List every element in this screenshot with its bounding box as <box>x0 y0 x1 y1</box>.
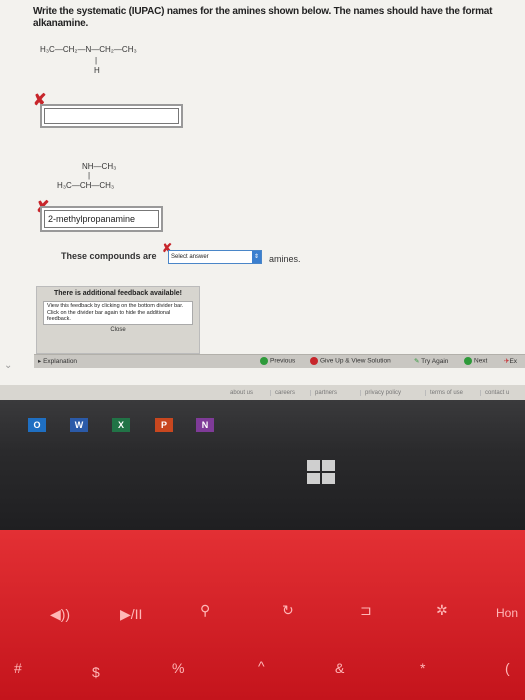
feedback-panel: There is additional feedback available! … <box>36 286 200 354</box>
devices-icon[interactable]: ⊐ <box>360 602 372 619</box>
paren-key[interactable]: ( <box>505 660 510 676</box>
dollar-key[interactable]: $ <box>92 664 100 680</box>
footer-link-terms[interactable]: terms of use <box>425 390 463 396</box>
compound1-answer-input[interactable] <box>44 108 179 124</box>
footer-link-privacy[interactable]: privacy policy <box>360 390 401 396</box>
compound2-answer-box[interactable]: 2-methylpropanamine <box>40 206 163 232</box>
bottom-toolbar[interactable]: ▸ Explanation Previous Give Up & View So… <box>34 354 525 368</box>
asterisk-key[interactable]: * <box>420 660 425 676</box>
question-text: Write the systematic (IUPAC) names for t… <box>33 6 493 29</box>
chevron-down-icon[interactable]: ⇕ <box>252 251 261 263</box>
pencil-icon: ✎ <box>414 358 420 365</box>
explanation-toggle[interactable]: ▸ Explanation <box>38 357 77 365</box>
powerpoint-icon[interactable]: P <box>155 418 173 432</box>
feedback-body: View this feedback by clicking on the bo… <box>43 301 193 325</box>
share-icon[interactable]: ↻ <box>282 602 294 619</box>
next-icon <box>464 357 472 365</box>
give-up-icon <box>310 357 318 365</box>
classification-prefix: These compounds are <box>61 251 157 261</box>
previous-button[interactable]: Previous <box>260 357 295 365</box>
previous-icon <box>260 357 268 365</box>
compound1-answer-box[interactable] <box>40 104 183 128</box>
play-pause-icon[interactable]: ▶/II <box>120 606 142 623</box>
classification-suffix: amines. <box>269 254 301 264</box>
settings-gear-icon[interactable]: ✲ <box>436 602 448 619</box>
footer-link-about[interactable]: about us <box>226 390 253 396</box>
next-button[interactable]: Next <box>464 357 487 365</box>
compound1-hydrogen: H <box>94 66 100 75</box>
excel-icon[interactable]: X <box>112 418 130 432</box>
windows-logo-icon <box>307 460 337 486</box>
footer-link-contact[interactable]: contact u <box>480 390 509 396</box>
word-icon[interactable]: W <box>70 418 88 432</box>
home-key[interactable]: Hon <box>496 606 518 620</box>
feedback-close-button[interactable]: Close <box>43 327 193 333</box>
compound1-structure: H₃C—CH₂—N—CH₂—CH₃ <box>40 45 137 54</box>
outlook-icon[interactable]: O <box>28 418 46 432</box>
exit-button[interactable]: ✈Ex <box>504 357 517 365</box>
footer-link-careers[interactable]: careers <box>270 390 295 396</box>
browser-content: Write the systematic (IUPAC) names for t… <box>0 0 525 396</box>
onenote-icon[interactable]: N <box>196 418 214 432</box>
compound2-structure: H₃C—CH—CH₃ <box>57 181 115 190</box>
caret-key[interactable]: ^ <box>258 658 265 674</box>
footer-link-partners[interactable]: partners <box>310 390 337 396</box>
volume-icon[interactable]: ◀)) <box>50 606 70 623</box>
give-up-button[interactable]: Give Up & View Solution <box>310 357 391 365</box>
search-icon[interactable]: ⚲ <box>200 602 210 619</box>
keyboard: ◀)) ▶/II ⚲ ↻ ⊐ ✲ Hon # $ % ^ & * ( <box>0 530 525 700</box>
try-again-button[interactable]: ✎ Try Again <box>414 357 448 365</box>
chevron-down-icon[interactable]: ⌄ <box>4 360 12 371</box>
compound2-amine-group: NH—CH₃ <box>82 162 117 171</box>
ampersand-key[interactable]: & <box>335 660 344 676</box>
feedback-title: There is additional feedback available! <box>54 290 182 297</box>
percent-key[interactable]: % <box>172 660 184 676</box>
amine-type-select[interactable]: Select answer ⇕ <box>168 250 262 264</box>
hash-key[interactable]: # <box>14 660 22 676</box>
compound2-answer-input[interactable]: 2-methylpropanamine <box>44 210 159 228</box>
